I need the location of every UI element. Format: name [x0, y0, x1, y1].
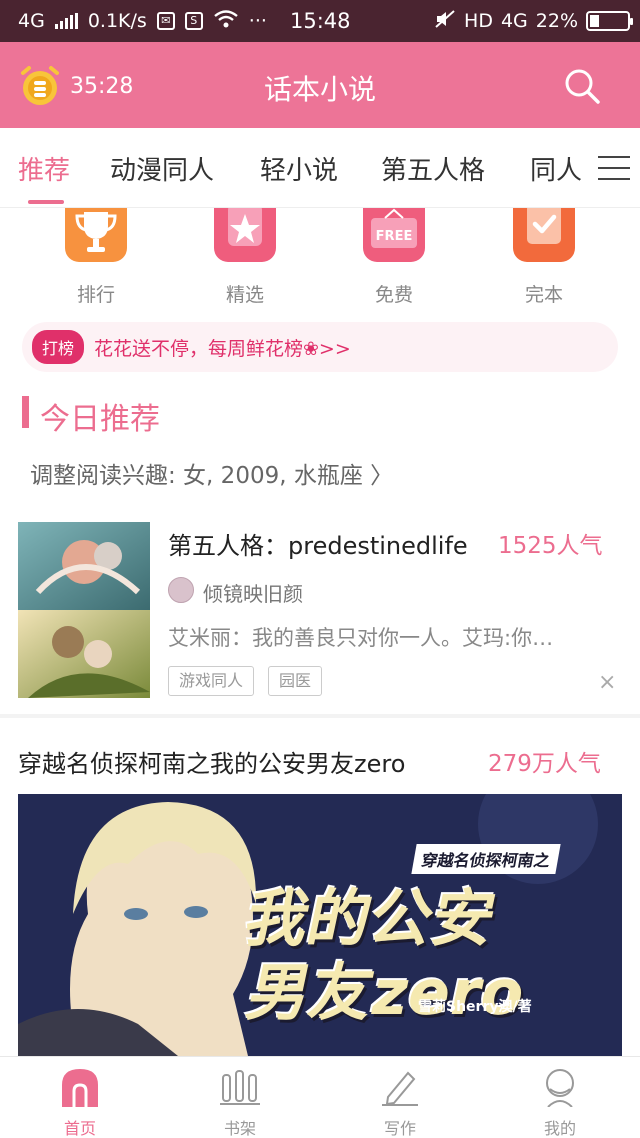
promo-badge: 打榜: [32, 330, 85, 364]
book-title[interactable]: 穿越名侦探柯南之我的公安男友zero: [18, 744, 405, 779]
book-tag[interactable]: 游戏同人: [168, 666, 255, 696]
banner-title-line2: 男友zero: [241, 956, 532, 1029]
hd-label: HD: [464, 10, 493, 32]
mute-icon: [434, 9, 456, 34]
quick-entry-featured[interactable]: 精选: [200, 208, 290, 307]
trophy-icon: [65, 208, 127, 262]
promo-banner[interactable]: 打榜 花花送不停，每周鲜花榜❀>>: [22, 322, 618, 372]
reading-interest-link[interactable]: 调整阅读兴趣: 女, 2009, 水瓶座 〉: [30, 456, 393, 490]
bookshelf-icon: [220, 1067, 260, 1107]
profile-icon: [540, 1067, 580, 1108]
pencil-icon: [380, 1067, 420, 1107]
nav-label: 首页: [63, 1119, 96, 1138]
section-title: 今日推荐: [40, 402, 160, 437]
nav-label: 写作: [383, 1119, 416, 1138]
tab-fanfic[interactable]: 同人: [530, 150, 582, 187]
active-tab-indicator: [28, 200, 64, 204]
book-tag[interactable]: 园医: [268, 666, 323, 696]
book-description: 艾米丽：我的善良只对你一人。艾玛:你…: [168, 626, 554, 650]
status-bar: 4G 0.1K/s ✉ S ··· 15:48 HD 4G 22%: [0, 0, 640, 42]
search-icon[interactable]: [562, 66, 602, 106]
free-icon: FREE: [363, 208, 425, 262]
check-icon: [513, 208, 575, 262]
s-app-icon: S: [184, 12, 203, 30]
category-tabs: 推荐 动漫同人 轻小说 第五人格 同人: [0, 128, 640, 208]
tab-identity-v[interactable]: 第五人格: [381, 150, 485, 187]
quick-entry-label: 精选: [225, 284, 264, 306]
tab-recommend[interactable]: 推荐: [18, 150, 70, 187]
menu-icon[interactable]: [598, 156, 630, 180]
nav-profile[interactable]: 我的: [480, 1057, 640, 1138]
battery-icon: [586, 11, 633, 31]
dismiss-button[interactable]: ×: [598, 670, 616, 695]
clock: 15:48: [290, 9, 351, 33]
divider: [0, 714, 640, 718]
quick-entry-label: 排行: [76, 284, 115, 306]
nav-label: 我的: [543, 1119, 576, 1138]
nav-home[interactable]: 首页: [0, 1057, 160, 1138]
page-title: 话本小说: [263, 73, 376, 106]
book-popularity: 279万人气: [488, 751, 601, 777]
nav-bookshelf[interactable]: 书架: [160, 1057, 320, 1138]
app-header: 35:28 话本小说: [0, 42, 640, 128]
book-title[interactable]: 第五人格：predestinedlife: [168, 526, 468, 561]
tab-anime-fanfic[interactable]: 动漫同人: [110, 150, 214, 187]
section-marker: [22, 396, 29, 428]
bottom-nav: 首页 书架 写作 我的: [0, 1056, 640, 1138]
book-cover[interactable]: [18, 522, 150, 698]
quick-entry-ranking[interactable]: 排行: [51, 208, 141, 307]
more-dots: ···: [248, 10, 267, 32]
banner-author: 雪莉Sherry澳/著: [418, 999, 532, 1015]
quick-entry-label: 完本: [524, 284, 563, 306]
tab-light-novel[interactable]: 轻小说: [260, 150, 338, 187]
quick-entry-free[interactable]: FREE 免费: [349, 208, 439, 307]
star-icon: [214, 208, 276, 262]
promo-text: 花花送不停，每周鲜花榜❀>>: [94, 337, 351, 360]
home-icon: [60, 1067, 100, 1107]
net-speed: 0.1K/s: [87, 10, 147, 32]
notification-icon: ✉: [156, 12, 175, 30]
free-icon-text: FREE: [376, 229, 413, 244]
wifi-icon: [213, 9, 239, 34]
signal-icon: [54, 13, 78, 29]
author-name[interactable]: 倾镜映旧颜: [203, 578, 303, 607]
nav-write[interactable]: 写作: [320, 1057, 480, 1138]
quick-entry-label: 免费: [374, 284, 413, 306]
nav-label: 书架: [223, 1119, 256, 1138]
network2-label: 4G: [500, 10, 528, 32]
quick-entry-completed[interactable]: 完本: [499, 208, 589, 307]
network-label: 4G: [18, 10, 45, 32]
author-avatar: [168, 577, 194, 603]
book-banner[interactable]: 穿越名侦探柯南之 我的公安 男友zero 雪莉Sherry澳/著: [18, 794, 622, 1056]
battery-percent: 22%: [535, 10, 578, 32]
book-popularity: 1525人气: [498, 533, 603, 559]
